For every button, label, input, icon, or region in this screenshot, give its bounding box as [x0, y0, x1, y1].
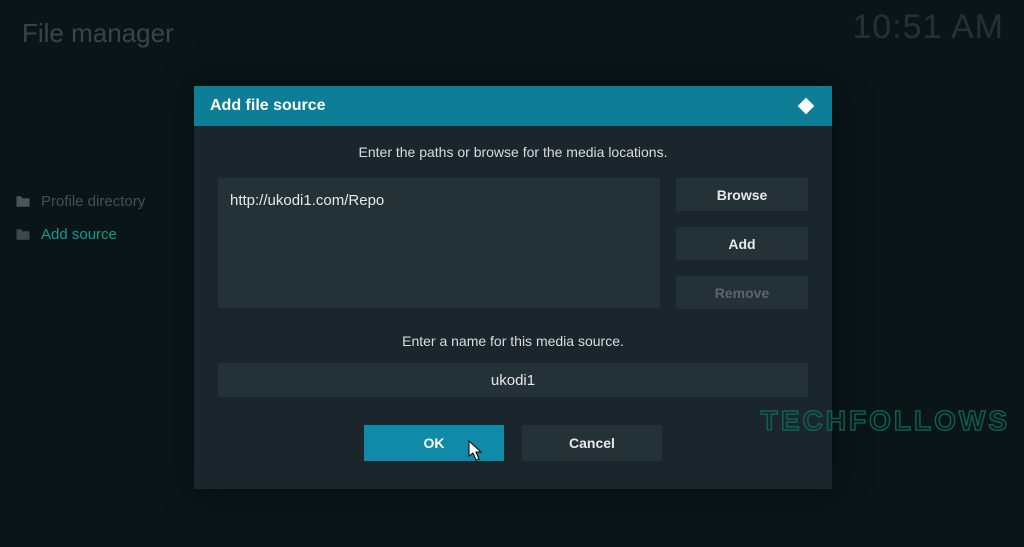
add-button[interactable]: Add [676, 227, 808, 260]
browse-button[interactable]: Browse [676, 178, 808, 211]
sidebar-item-profile-directory[interactable]: Profile directory [10, 185, 150, 218]
paths-instruction: Enter the paths or browse for the media … [218, 144, 808, 160]
dialog-buttons: OK Cancel [218, 425, 808, 461]
paths-input[interactable]: http://ukodi1.com/Repo [218, 178, 660, 308]
sidebar-item-add-source[interactable]: Add source [10, 218, 150, 251]
dialog-body: Enter the paths or browse for the media … [194, 126, 832, 489]
cancel-button[interactable]: Cancel [522, 425, 662, 461]
name-instruction: Enter a name for this media source. [218, 333, 808, 349]
dialog-title: Add file source [210, 97, 326, 115]
paths-row: http://ukodi1.com/Repo Browse Add Remove [218, 178, 808, 309]
remove-button: Remove [676, 276, 808, 309]
sidebar-item-label: Add source [41, 226, 117, 243]
ok-button[interactable]: OK [364, 425, 504, 461]
source-name-input[interactable]: ukodi1 [218, 363, 808, 397]
dialog-header: Add file source [194, 86, 832, 126]
folder-icon [15, 228, 31, 241]
sidebar: Profile directory Add source [10, 185, 150, 251]
page-title: File manager [22, 18, 174, 49]
sidebar-item-label: Profile directory [41, 193, 145, 210]
add-file-source-dialog: Add file source Enter the paths or brows… [194, 86, 832, 489]
path-buttons: Browse Add Remove [676, 178, 808, 309]
kodi-logo-icon [796, 96, 816, 116]
clock: 10:51 AM [852, 8, 1004, 47]
folder-icon [15, 195, 31, 208]
